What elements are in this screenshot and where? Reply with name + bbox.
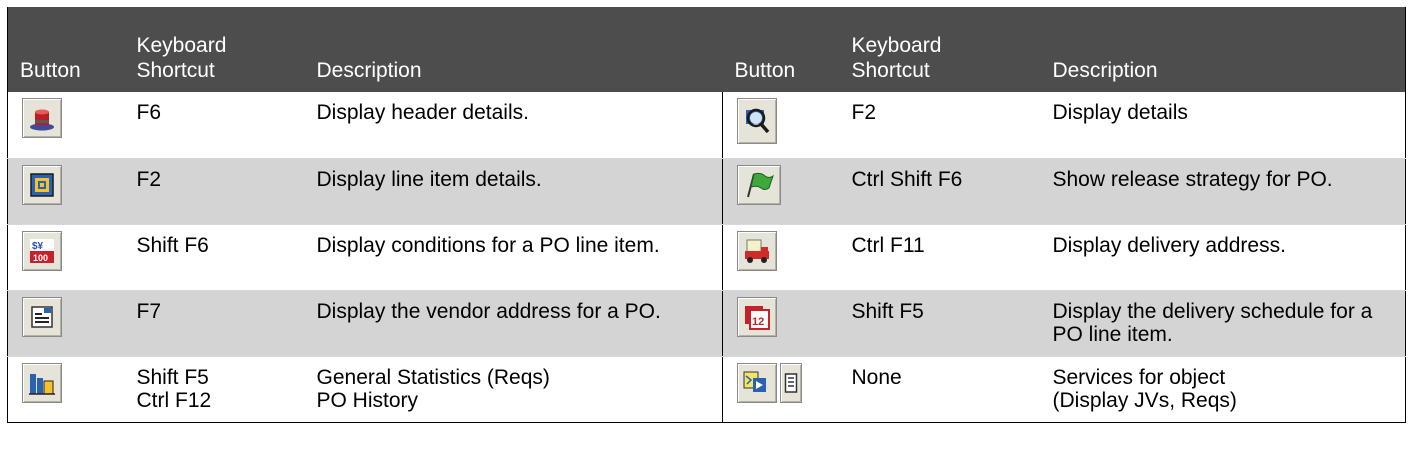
release-strategy-button[interactable] (737, 164, 781, 205)
services-for-object-button[interactable] (737, 362, 777, 403)
shortcut-cell: Shift F5 (839, 290, 1041, 357)
table-row: Shift F5 Ctrl F12 General Statistics (Re… (7, 356, 1406, 423)
description-cell: Display details (1040, 92, 1406, 159)
header-shortcut-left: Keyboard Shortcut (124, 7, 305, 92)
shortcut-cell: F2 (124, 158, 305, 225)
table-row: F2 Display line item details. Ctrl Shift… (7, 158, 1406, 225)
shortcut-cell: Ctrl Shift F6 (839, 158, 1041, 225)
description-cell: Services for object (Display JVs, Reqs) (1040, 356, 1406, 423)
svg-text:12: 12 (752, 316, 764, 328)
header-row: Button Keyboard Shortcut Description Butt… (7, 7, 1406, 92)
conditions-button[interactable]: $¥ 100 (22, 230, 62, 271)
shortcut-reference-table: Button Keyboard Shortcut Description Butt… (7, 7, 1406, 423)
currency-conditions-icon: $¥ 100 (30, 238, 54, 263)
svg-text:100: 100 (33, 253, 48, 263)
document-menu-button[interactable] (780, 362, 802, 403)
header-description-left: Description (304, 7, 723, 92)
address-card-icon (31, 305, 53, 328)
bar-chart-icon (29, 373, 55, 395)
svg-text:$¥: $¥ (32, 241, 44, 252)
description-cell: Display header details. (304, 92, 723, 159)
header-description-right: Description (1040, 7, 1406, 92)
hat-icon (30, 109, 54, 131)
description-cell: Display the delivery schedule for a PO l… (1040, 290, 1406, 357)
delivery-schedule-button[interactable]: 12 (737, 296, 777, 337)
description-cell: Display conditions for a PO line item. (304, 224, 723, 291)
shortcut-cell: F2 (839, 92, 1041, 159)
line-item-details-button[interactable] (22, 164, 62, 205)
line-item-icon (30, 172, 54, 197)
description-cell: Display line item details. (304, 158, 723, 225)
description-cell: Show release strategy for PO. (1040, 158, 1406, 225)
green-flag-icon (747, 172, 774, 197)
services-for-object-icon (743, 371, 766, 392)
shortcut-cell: Shift F5 Ctrl F12 (124, 356, 305, 423)
vendor-address-button[interactable] (22, 296, 62, 337)
description-cell: Display delivery address. (1040, 224, 1406, 291)
table-row: F6 Display header details. F2 Display de… (7, 92, 1406, 159)
header-details-button[interactable] (22, 98, 62, 138)
display-details-button[interactable] (737, 98, 777, 144)
table-row: F7 Display the vendor address for a PO. … (7, 290, 1406, 357)
header-shortcut-right: Keyboard Shortcut (839, 7, 1041, 92)
shortcut-cell: None (839, 356, 1041, 423)
document-menu-icon (784, 372, 798, 393)
shortcut-cell: F7 (124, 290, 305, 357)
header-button-right: Button (722, 7, 840, 92)
magnifier-icon (746, 108, 770, 134)
statistics-history-button[interactable] (22, 362, 62, 403)
table-row: $¥ 100 Shift F6 Display conditions for a… (7, 224, 1406, 291)
shortcut-cell: Shift F6 (124, 224, 305, 291)
shortcut-cell: F6 (124, 92, 305, 159)
calendar-12-icon: 12 (745, 305, 770, 330)
description-cell: Display the vendor address for a PO. (304, 290, 723, 357)
delivery-address-button[interactable] (737, 230, 777, 271)
header-button-left: Button (7, 7, 125, 92)
delivery-truck-icon (745, 239, 769, 263)
description-cell: General Statistics (Reqs) PO History (304, 356, 723, 423)
shortcut-cell: Ctrl F11 (839, 224, 1041, 291)
